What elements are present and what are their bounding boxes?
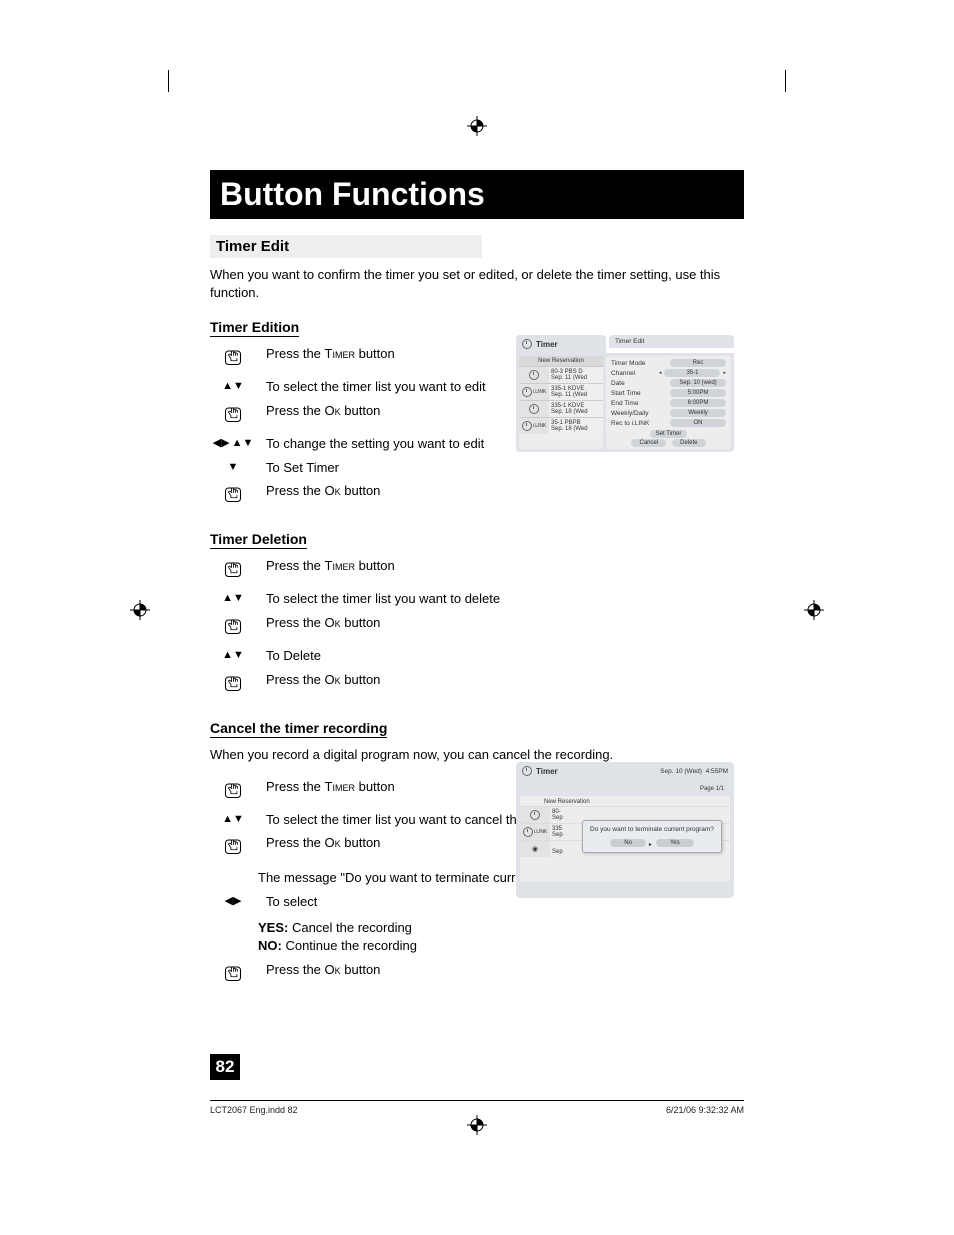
registration-mark-icon	[467, 116, 487, 136]
osd2-time: 4:55PM	[706, 768, 728, 775]
cancel-button: Cancel	[631, 439, 666, 447]
subheading-timer-deletion: Timer Deletion	[210, 531, 307, 549]
osd-timer-list: New Reservation 80-3 PBS DSep. 11 (Wedi.…	[519, 356, 603, 449]
osd-right-title: Timer Edit	[609, 335, 734, 348]
osd-property-row: Timer ModeRec	[608, 358, 729, 368]
osd2-date: Sep. 10 (Wed)	[660, 768, 702, 775]
new-reservation-label: New Reservation	[519, 356, 603, 366]
step-row: Press the Ok button	[210, 961, 744, 988]
step-text: To select the timer list you want to del…	[266, 590, 744, 608]
crop-mark	[168, 70, 169, 92]
subheading-timer-edition: Timer Edition	[210, 319, 299, 337]
step-text: Press the Ok button	[266, 614, 744, 632]
press-hand-icon	[221, 672, 245, 698]
dialog-yes-button: Yes	[656, 839, 694, 847]
step-row: ▲▼ To Delete	[210, 647, 744, 665]
terminate-dialog: Do you want to terminate current program…	[582, 820, 722, 853]
dialog-no-button: No▸	[610, 839, 646, 847]
osd-list-row: i.LINK335-1 KDVESep. 11 (Wed	[519, 383, 603, 400]
press-hand-icon	[221, 403, 245, 429]
clock-icon	[522, 766, 532, 776]
step-text: To Delete	[266, 647, 744, 665]
step-text: Press the Timer button	[266, 557, 744, 575]
step-text: To Set Timer	[266, 459, 744, 477]
step-row: Press the Timer button	[210, 557, 744, 584]
registration-mark-icon	[467, 1115, 487, 1135]
up-down-arrows-icon: ▲▼	[232, 436, 254, 451]
osd-timer-edit-screenshot: Timer Timer Edit New Reservation 80-3 PB…	[516, 335, 734, 452]
step-row: Press the Ok button	[210, 614, 744, 641]
step-text: Press the Ok button	[266, 671, 744, 689]
osd2-title: Timer	[536, 767, 558, 776]
delete-button: Delete	[672, 439, 705, 447]
up-down-arrows-icon: ▲▼	[222, 591, 244, 606]
down-arrow-icon: ▼	[228, 460, 239, 475]
section-heading-timer-edit: Timer Edit	[210, 235, 482, 258]
osd-cancel-screenshot: Timer Sep. 10 (Wed) 4:55PM Page 1/1 New …	[516, 762, 734, 898]
page-indicator: Page 1/1	[520, 784, 730, 796]
registration-mark-icon	[804, 600, 824, 620]
step-row: Press the Ok button	[210, 671, 744, 698]
page-title: Button Functions	[210, 170, 744, 219]
subheading-cancel: Cancel the timer recording	[210, 720, 387, 738]
osd-property-panel: Timer ModeRecChannel◂35-1▸DateSep. 10 (w…	[606, 356, 731, 449]
page-footer: LCT2067 Eng.indd 82 6/21/06 9:32:32 AM	[210, 1100, 744, 1115]
up-down-arrows-icon: ▲▼	[222, 648, 244, 663]
press-hand-icon	[221, 346, 245, 372]
intro-text: When you want to confirm the timer you s…	[210, 266, 744, 301]
osd-property-row: End Time6:00PM	[608, 398, 729, 408]
clock-icon	[522, 387, 532, 397]
osd-property-row: DateSep. 10 (wed)	[608, 378, 729, 388]
press-hand-icon	[221, 779, 245, 805]
clock-icon	[529, 404, 539, 414]
clock-icon	[529, 370, 539, 380]
footer-filename: LCT2067 Eng.indd 82	[210, 1105, 298, 1115]
press-hand-icon	[221, 615, 245, 641]
clock-icon	[522, 421, 532, 431]
footer-timestamp: 6/21/06 9:32:32 AM	[666, 1105, 744, 1115]
clock-icon	[523, 827, 533, 837]
press-hand-icon	[221, 835, 245, 861]
up-down-arrows-icon: ▲▼	[222, 812, 244, 827]
dialog-text: Do you want to terminate current program…	[588, 826, 716, 833]
step-row: ▲▼ To select the timer list you want to d…	[210, 590, 744, 608]
osd-property-row: Rec to i.LINKON	[608, 418, 729, 428]
play-icon: ◉	[532, 845, 538, 853]
osd-property-row: Weekly/DailyWeekly	[608, 408, 729, 418]
press-hand-icon	[221, 483, 245, 509]
clock-icon	[530, 810, 540, 820]
cancel-intro: When you record a digital program now, y…	[210, 746, 744, 764]
press-hand-icon	[221, 962, 245, 988]
press-hand-icon	[221, 558, 245, 584]
clock-icon	[522, 339, 532, 349]
osd-list-row: 335-1 KDVESep. 18 (Wed	[519, 400, 603, 417]
step-options: YES: Cancel the recordingNO: Continue th…	[258, 919, 744, 955]
page-number: 82	[210, 1054, 240, 1080]
osd-title: Timer	[536, 340, 558, 349]
osd-property-row: Channel◂35-1▸	[608, 368, 729, 378]
up-down-arrows-icon: ▲▼	[222, 379, 244, 394]
step-text: Press the Ok button	[266, 482, 744, 500]
osd-list-row: 80-3 PBS DSep. 11 (Wed	[519, 366, 603, 383]
new-reservation-label: New Reservation	[520, 796, 730, 806]
step-text: Press the Ok button	[266, 961, 744, 979]
steps-timer-deletion: Press the Timer button ▲▼ To select the ti…	[210, 557, 744, 698]
osd-property-row: Start Time5:00PM	[608, 388, 729, 398]
step-row: Press the Ok button	[210, 482, 744, 509]
left-right-arrows-icon: ◀▶	[225, 894, 242, 909]
left-right-arrows-icon: ◀▶	[213, 436, 230, 451]
set-timer-button: Set Timer	[650, 430, 688, 438]
step-row: ▼ To Set Timer	[210, 459, 744, 477]
registration-mark-icon	[130, 600, 150, 620]
crop-mark	[785, 70, 786, 92]
osd-list-row: i.LINK35-1 PBPBSep. 18 (Wed	[519, 417, 603, 434]
